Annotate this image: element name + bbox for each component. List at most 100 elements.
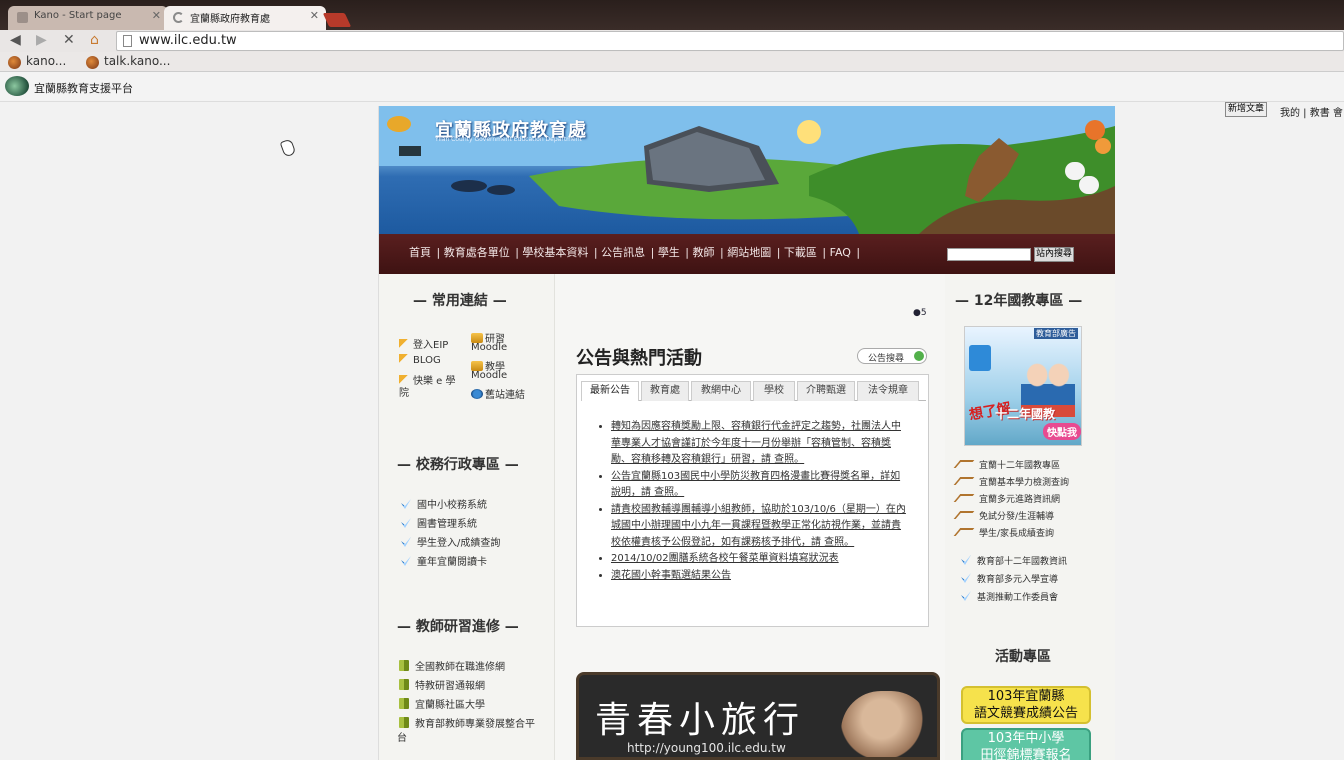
admin-item[interactable]: 學生登入/成績查詢 xyxy=(401,534,500,549)
tab-network-center[interactable]: 教網中心 xyxy=(691,381,751,401)
browser-tab-strip: Kano - Start page ✕ 宜蘭縣政府教育處 ✕ xyxy=(0,0,1344,30)
teacher-item[interactable]: 特教研習通報網 xyxy=(399,677,485,692)
book-icon xyxy=(399,679,409,690)
site-search-input[interactable] xyxy=(947,248,1031,261)
tab-latest[interactable]: 最新公告 xyxy=(581,381,639,401)
check-icon xyxy=(401,518,411,528)
tab-recruitment[interactable]: 介聘甄選 xyxy=(797,381,855,401)
forward-icon[interactable]: ▶ xyxy=(36,32,47,48)
moe-link[interactable]: 教育部十二年國教資訊 xyxy=(961,554,1067,567)
link-eip[interactable]: 登入EIP xyxy=(399,336,448,351)
link-research-moodle-sub[interactable]: Moodle xyxy=(471,342,507,353)
arrow-icon xyxy=(953,528,975,536)
ie-icon xyxy=(471,389,483,399)
nav-units[interactable]: 教育處各單位 xyxy=(444,246,510,259)
browser-tab-kano[interactable]: Kano - Start page ✕ xyxy=(8,6,168,30)
announcement-item[interactable]: 請貴校國教輔導團輔導小組教師，協助於103/10/6（星期一）在內城國中小辦理國… xyxy=(611,502,907,552)
twelve-year-link[interactable]: 宜蘭基本學力檢測查詢 xyxy=(953,475,1069,488)
new-tab-button[interactable] xyxy=(322,13,352,27)
slideshow-pager[interactable]: ●5 xyxy=(913,308,927,318)
link-happy-e-learning-2[interactable]: 院 xyxy=(399,384,409,399)
teacher-item[interactable]: 宜蘭縣社區大學 xyxy=(399,696,485,711)
bookmark-talk-kano[interactable]: talk.kano... xyxy=(86,54,170,69)
nav-announcements[interactable]: 公告訊息 xyxy=(601,246,645,259)
bookmarks-bar: kano... talk.kano... xyxy=(0,52,1344,72)
back-icon[interactable]: ◀ xyxy=(10,32,21,48)
site-search-button[interactable]: 站內搜尋 xyxy=(1034,247,1074,262)
admin-heading: — 校務行政專區 — xyxy=(397,457,519,473)
nav-teachers[interactable]: 教師 xyxy=(693,246,715,259)
arrow-icon xyxy=(953,494,975,502)
arrow-icon xyxy=(953,477,975,485)
twelve-year-link[interactable]: 免試分發/生涯輔導 xyxy=(953,509,1054,522)
announcement-item[interactable]: 澳花國小幹事甄選結果公告 xyxy=(611,568,907,585)
twelve-year-link[interactable]: 宜蘭十二年國教專區 xyxy=(953,458,1060,471)
teacher-heading: — 教師研習進修 — xyxy=(397,619,519,635)
link-label: 基測推動工作委員會 xyxy=(977,593,1059,603)
admin-item[interactable]: 國中小校務系統 xyxy=(401,496,487,511)
home-icon[interactable]: ⌂ xyxy=(90,32,99,48)
bookmark-label: kano... xyxy=(26,54,67,68)
activity-line: 103年中小學 xyxy=(987,731,1065,746)
nav-sitemap[interactable]: 網站地圖 xyxy=(727,246,771,259)
moe-link[interactable]: 基測推動工作委員會 xyxy=(961,590,1058,603)
moe-link[interactable]: 教育部多元入學宣導 xyxy=(961,572,1058,585)
activity-language-contest-button[interactable]: 103年宜蘭縣 語文競賽成績公告 xyxy=(961,686,1091,724)
announcement-search-button[interactable]: 公告搜尋 xyxy=(857,348,927,364)
close-icon[interactable]: ✕ xyxy=(310,9,319,22)
teacher-item[interactable]: 全國教師在職進修網 xyxy=(399,658,505,673)
announcement-tabs: 最新公告 教育處 教網中心 學校 介聘甄選 法令規章 xyxy=(581,379,926,401)
new-post-button[interactable]: 新增文章 xyxy=(1225,102,1267,117)
youth-travel-banner[interactable]: 青春小旅行 http://young100.ilc.edu.tw xyxy=(576,672,940,760)
link-teach-moodle-sub[interactable]: Moodle xyxy=(471,370,507,381)
book-icon xyxy=(399,660,409,671)
announcement-item[interactable]: 公告宜蘭縣103國民中小學防災教育四格漫畫比賽得獎名單，詳如說明，請 查照。 xyxy=(611,469,907,502)
top-right-links[interactable]: 我的 | 教書 會 xyxy=(1280,104,1343,119)
nav-downloads[interactable]: 下載區 xyxy=(784,246,817,259)
poster-line-2: 十二年國教 xyxy=(995,407,1056,421)
announcement-item[interactable]: 2014/10/02團膳系統各校午餐菜單資料填寫狀況表 xyxy=(611,551,907,568)
nav-faq[interactable]: FAQ xyxy=(830,246,851,259)
book-icon xyxy=(399,717,409,728)
tab-regulations[interactable]: 法令規章 xyxy=(857,381,919,401)
right-column: — 12年國教專區 — 教育部廣告 想了解 十二年國教 快點我 宜蘭十二年國教專… xyxy=(945,274,1115,760)
twelve-year-link[interactable]: 學生/家長成績查詢 xyxy=(953,526,1054,539)
admin-item[interactable]: 童年宜蘭閱讀卡 xyxy=(401,553,487,568)
link-old-site[interactable]: 舊站連結 xyxy=(471,386,525,401)
search-go-icon xyxy=(914,351,924,361)
check-icon xyxy=(961,573,971,583)
address-bar[interactable]: www.ilc.edu.tw xyxy=(116,31,1344,51)
tab-education-dept[interactable]: 教育處 xyxy=(641,381,689,401)
platform-logo-icon[interactable] xyxy=(5,76,29,96)
link-blog[interactable]: BLOG xyxy=(399,354,441,366)
teacher-item[interactable]: 教育部教師專業發展整合平 xyxy=(399,715,535,730)
check-icon xyxy=(961,555,971,565)
nav-home[interactable]: 首頁 xyxy=(409,246,431,259)
check-icon xyxy=(401,537,411,547)
tab-school[interactable]: 學校 xyxy=(753,381,795,401)
activity-track-meet-button[interactable]: 103年中小學 田徑錦標賽報名 xyxy=(961,728,1091,760)
browser-toolbar: ◀ ▶ ✕ ⌂ www.ilc.edu.tw xyxy=(0,30,1344,52)
twelve-year-link[interactable]: 宜蘭多元進路資訊網 xyxy=(953,492,1061,505)
tab-label: Kano - Start page xyxy=(34,10,122,21)
admin-item[interactable]: 圖書管理系統 xyxy=(401,515,477,530)
link-label: 宜蘭多元進路資訊網 xyxy=(979,495,1061,505)
arrow-icon xyxy=(953,511,975,519)
twelve-year-poster[interactable]: 教育部廣告 想了解 十二年國教 快點我 xyxy=(964,326,1082,446)
platform-name[interactable]: 宜蘭縣教育支援平台 xyxy=(34,80,133,96)
bookmark-kano[interactable]: kano... xyxy=(8,54,67,69)
page-icon xyxy=(123,35,132,47)
announcement-item[interactable]: 轉知為因應容積獎勵上限、容積銀行代金評定之趨勢，社團法人中華專業人才協會謹訂於今… xyxy=(611,419,907,469)
stop-icon[interactable]: ✕ xyxy=(63,32,75,48)
admin-item-label: 學生登入/成績查詢 xyxy=(417,538,501,549)
close-icon[interactable]: ✕ xyxy=(152,9,161,22)
twelve-year-heading: — 12年國教專區 — xyxy=(955,293,1083,309)
teacher-item-label: 全國教師在職進修網 xyxy=(415,662,505,673)
teacher-item-label: 特教研習通報網 xyxy=(415,681,485,692)
site-banner: 宜蘭縣政府教育處 Yilan County Government Educati… xyxy=(379,106,1115,234)
browser-tab-ilc[interactable]: 宜蘭縣政府教育處 ✕ xyxy=(164,6,326,30)
teacher-item-wrap[interactable]: 台 xyxy=(397,729,407,744)
nav-schools[interactable]: 學校基本資料 xyxy=(522,246,588,259)
nav-students[interactable]: 學生 xyxy=(658,246,680,259)
announcements-panel: 最新公告 教育處 教網中心 學校 介聘甄選 法令規章 轉知為因應容積獎勵上限、容… xyxy=(576,374,929,627)
